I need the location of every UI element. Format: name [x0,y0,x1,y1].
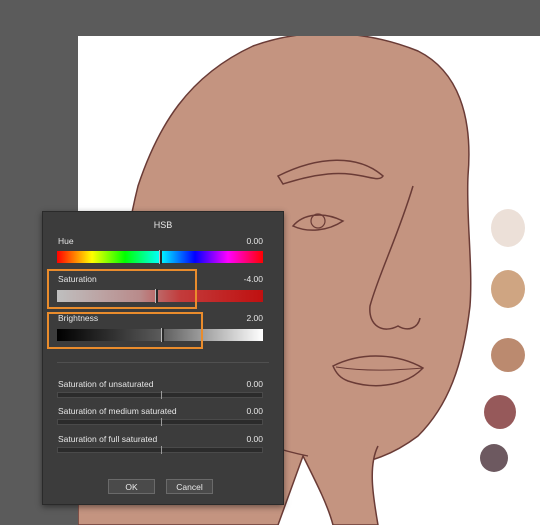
sat-medium-value[interactable]: 0.00 [246,406,263,416]
sat-medium-thumb[interactable] [161,418,162,426]
sat-unsaturated-value[interactable]: 0.00 [246,379,263,389]
saturation-highlight-box [47,269,197,309]
hue-label: Hue [58,236,74,246]
hue-slider-thumb[interactable] [159,250,162,264]
hue-slider[interactable] [57,250,263,264]
sat-medium-slider[interactable] [57,418,263,426]
color-swatch-2[interactable] [491,270,525,308]
sat-unsaturated-slider[interactable] [57,391,263,399]
color-swatch-5[interactable] [480,444,508,472]
color-swatch-4[interactable] [484,395,516,429]
sat-unsaturated-thumb[interactable] [161,391,162,399]
hue-value[interactable]: 0.00 [246,236,263,246]
hsb-dialog: HSB Hue 0.00 Saturation -4.00 Brightness… [42,211,284,505]
brightness-value[interactable]: 2.00 [246,313,263,323]
divider [57,362,269,363]
cancel-button[interactable]: Cancel [166,479,213,494]
color-swatch-3[interactable] [491,338,525,372]
dialog-title: HSB [153,220,173,230]
saturation-value[interactable]: -4.00 [244,274,263,284]
sat-unsaturated-label: Saturation of unsaturated [58,379,154,389]
sat-full-thumb[interactable] [161,446,162,454]
neck [302,445,379,525]
sat-medium-label: Saturation of medium saturated [58,406,177,416]
ok-button[interactable]: OK [108,479,155,494]
color-swatch-1[interactable] [491,209,525,247]
sat-full-value[interactable]: 0.00 [246,434,263,444]
brightness-highlight-box [47,312,203,349]
sat-full-label: Saturation of full saturated [58,434,158,444]
sat-full-slider[interactable] [57,446,263,454]
